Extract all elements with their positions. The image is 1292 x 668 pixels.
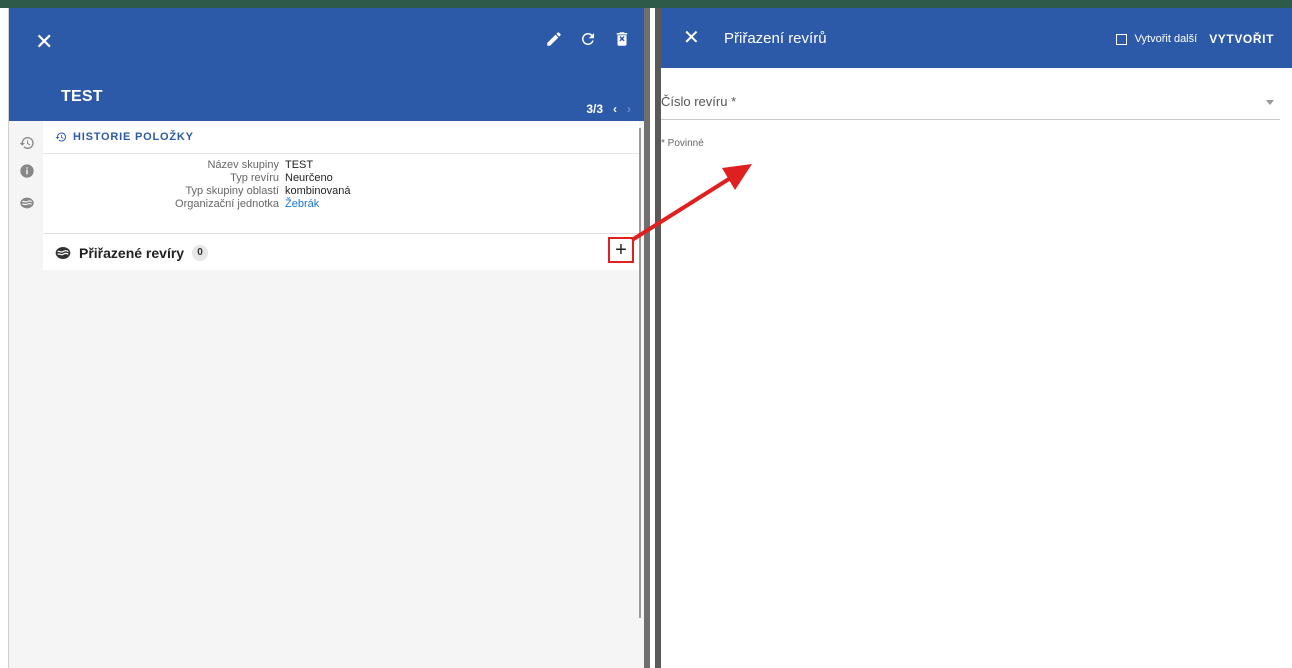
screen: ✕ TEST 3/3 ‹ › HISTORIE POLOŽKY Název sk… [0,0,1292,668]
water-icon[interactable] [19,195,35,211]
required-note: * Povinné [661,138,704,149]
history-icon[interactable] [19,135,35,151]
revir-number-select[interactable]: Číslo revíru * [661,90,1280,120]
history-link[interactable]: HISTORIE POLOŽKY [55,131,194,143]
dialog-header: ✕ Přiřazení revírů Vytvořit další VYTVOŘ… [661,8,1292,68]
caret-down-icon[interactable] [1266,100,1274,105]
dialog-actions: Vytvořit další VYTVOŘIT [1115,32,1274,46]
close-icon[interactable]: ✕ [683,27,700,49]
detail-list: Název skupiny TEST Typ revíru Neurčeno T… [43,159,639,211]
chevron-right-icon[interactable]: › [627,102,631,116]
create-button[interactable]: VYTVOŘIT [1209,32,1274,46]
edit-icon[interactable] [545,30,563,48]
record-pager: 3/3 ‹ › [586,102,631,116]
water-icon [55,247,71,259]
detail-value: TEST [285,159,314,171]
close-icon[interactable]: ✕ [35,30,53,54]
detail-row: Typ skupiny oblastí kombinovaná [43,185,639,198]
header-actions [545,30,631,48]
create-another-label[interactable]: Vytvořit další [1135,33,1198,45]
organization-link[interactable]: Žebrák [285,198,319,211]
detail-content: HISTORIE POLOŽKY Název skupiny TEST Typ … [43,121,639,668]
scrollbar[interactable] [639,128,641,618]
chevron-left-icon[interactable]: ‹ [613,102,617,116]
side-rail [9,121,43,668]
detail-row: Název skupiny TEST [43,159,639,172]
history-icon [55,132,66,142]
create-another-checkbox[interactable] [1115,33,1127,45]
top-strip [0,0,1292,8]
pager-count: 3/3 [586,102,603,116]
detail-row: Typ revíru Neurčeno [43,172,639,185]
assign-dialog: ✕ Přiřazení revírů Vytvořit další VYTVOŘ… [661,8,1292,668]
field-label: Číslo revíru * [661,94,737,109]
divider [43,153,639,154]
detail-panel: ✕ TEST 3/3 ‹ › HISTORIE POLOŽKY Název sk… [8,8,645,668]
panel-edge [644,8,650,668]
history-label: HISTORIE POLOŽKY [73,131,194,143]
detail-row: Organizační jednotka Žebrák [43,198,639,211]
delete-icon[interactable] [613,30,631,48]
assigned-label: Přiřazené revíry [79,245,185,261]
detail-key: Organizační jednotka [175,198,279,210]
assigned-section-header: Přiřazené revíry 0 + [43,234,639,270]
record-title: TEST [61,88,103,105]
assigned-title: Přiřazené revíry 0 [55,245,209,261]
detail-key: Typ skupiny oblastí [185,185,279,197]
detail-key: Typ revíru [230,172,279,184]
add-button[interactable]: + [608,237,634,263]
count-badge: 0 [192,245,209,261]
detail-key: Název skupiny [207,159,279,171]
detail-value: Neurčeno [285,172,333,184]
dialog-title: Přiřazení revírů [724,30,827,47]
info-card: HISTORIE POLOŽKY Název skupiny TEST Typ … [43,121,639,234]
info-icon[interactable] [19,163,35,179]
refresh-icon[interactable] [579,30,597,48]
detail-value: kombinovaná [285,185,351,197]
detail-header: ✕ TEST 3/3 ‹ › [9,8,645,121]
